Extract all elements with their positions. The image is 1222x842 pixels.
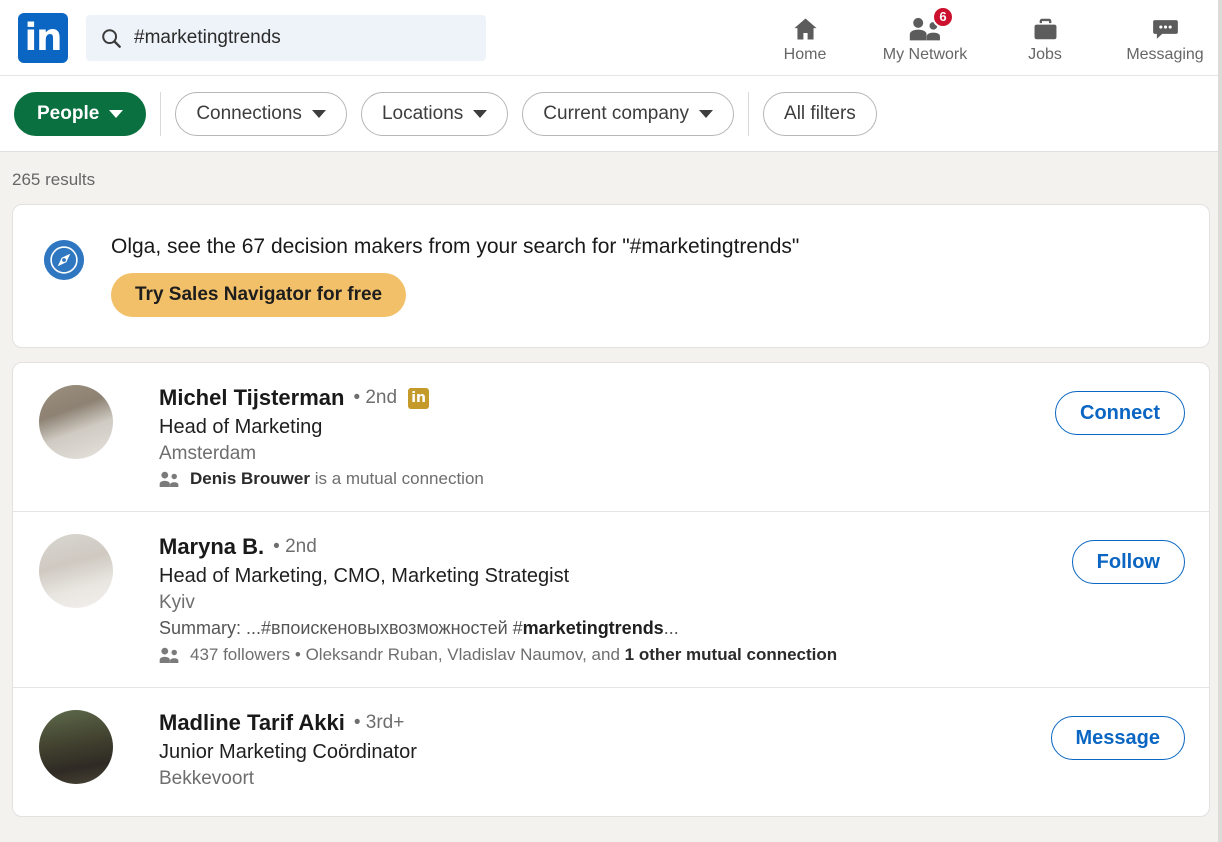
linkedin-logo-icon[interactable]: in: [18, 12, 68, 63]
mutual-connection-name: Denis Brouwer: [190, 469, 310, 488]
filter-connections-button[interactable]: Connections: [175, 91, 347, 136]
search-icon: [102, 28, 121, 48]
chevron-down-icon: [473, 109, 488, 118]
filter-divider: [160, 91, 162, 136]
filter-people-label: People: [37, 102, 100, 124]
result-mutual-connections: Denis Brouwer is a mutual connection: [159, 469, 1035, 489]
results-count: 265 results: [12, 170, 96, 189]
mutual-connection-text: 437 followers • Oleksandr Ruban, Vladisl…: [190, 645, 837, 665]
nav-item-my-network[interactable]: 6 My Network: [865, 0, 985, 76]
search-input[interactable]: [134, 26, 472, 49]
avatar[interactable]: [39, 385, 113, 459]
messaging-icon: [1150, 13, 1181, 43]
mutual-connection-text: Denis Brouwer is a mutual connection: [190, 469, 484, 489]
promo-body: Olga, see the 67 decision makers from yo…: [111, 235, 799, 317]
search-box[interactable]: [86, 14, 486, 61]
avatar[interactable]: [39, 710, 113, 784]
result-row: Madline Tarif Akki • 3rd+ Junior Marketi…: [13, 687, 1209, 816]
result-summary-suffix: ...: [663, 618, 679, 638]
result-degree: • 3rd+: [353, 712, 405, 733]
result-row: Michel Tijsterman • 2nd in Head of Marke…: [13, 363, 1209, 511]
nav-item-messaging-label: Messaging: [1126, 45, 1204, 63]
filter-locations-label: Locations: [381, 102, 464, 124]
nav-item-home[interactable]: Home: [745, 0, 865, 76]
mutual-connection-count: 1 other mutual connection: [624, 645, 838, 664]
result-location: Bekkevoort: [159, 768, 255, 789]
filter-locations-button[interactable]: Locations: [360, 91, 509, 136]
mutual-connection-suffix: is a mutual connection: [309, 469, 484, 488]
filter-current-company-label: Current company: [543, 102, 690, 124]
page-scrollbar[interactable]: [1218, 0, 1222, 842]
result-summary-prefix: Summary: ...#впоискеновыхвозможностей #: [159, 618, 523, 638]
result-name[interactable]: Madline Tarif Akki: [159, 710, 345, 736]
search-results-area: 265 results Olga, see the 67 decision ma…: [0, 152, 1222, 817]
nav-items: Home 6 My Network Jobs Messaging: [745, 0, 1222, 76]
results-list-card: Michel Tijsterman • 2nd in Head of Marke…: [12, 362, 1210, 817]
nav-item-messaging[interactable]: Messaging: [1105, 0, 1222, 76]
result-body: Maryna B. • 2nd Head of Marketing, CMO, …: [159, 534, 1052, 665]
result-headline: Head of Marketing: [159, 416, 323, 438]
sales-navigator-compass-icon: [43, 239, 85, 281]
result-summary: Summary: ...#впоискеновыхвозможностей #m…: [159, 618, 1052, 639]
filter-current-company-button[interactable]: Current company: [522, 91, 735, 136]
follow-button[interactable]: Follow: [1071, 540, 1185, 584]
nav-item-my-network-label: My Network: [882, 45, 968, 63]
result-name-line: Madline Tarif Akki • 3rd+: [159, 710, 1031, 736]
result-row: Maryna B. • 2nd Head of Marketing, CMO, …: [13, 511, 1209, 687]
message-button[interactable]: Message: [1050, 716, 1185, 760]
filter-bar: People Connections Locations Current com…: [0, 76, 1222, 152]
nav-item-jobs[interactable]: Jobs: [985, 0, 1105, 76]
result-degree: • 2nd: [273, 536, 317, 557]
nav-item-jobs-label: Jobs: [1028, 45, 1062, 63]
result-location: Kyiv: [159, 592, 195, 613]
mutual-connection-prefix: 437 followers • Oleksandr Ruban, Vladisl…: [190, 645, 625, 664]
result-degree: • 2nd: [353, 387, 398, 408]
promo-content: Olga, see the 67 decision makers from yo…: [13, 205, 1209, 347]
avatar[interactable]: [39, 534, 113, 608]
result-name[interactable]: Maryna B.: [159, 534, 264, 560]
result-name-line: Michel Tijsterman • 2nd in: [159, 385, 1035, 411]
top-navigation-bar: in Home 6: [0, 0, 1222, 76]
result-mutual-connections: 437 followers • Oleksandr Ruban, Vladisl…: [159, 645, 1052, 665]
result-headline: Junior Marketing Coördinator: [159, 741, 417, 763]
filter-people-button[interactable]: People: [14, 91, 147, 136]
filter-connections-label: Connections: [196, 102, 302, 124]
chevron-down-icon: [699, 109, 714, 118]
filter-divider-2: [748, 91, 750, 136]
premium-badge-icon: in: [408, 387, 430, 409]
chevron-down-icon: [109, 109, 124, 118]
try-sales-navigator-button[interactable]: Try Sales Navigator for free: [111, 273, 407, 317]
promo-title: Olga, see the 67 decision makers from yo…: [111, 235, 800, 258]
nav-item-home-label: Home: [783, 45, 827, 63]
result-name[interactable]: Michel Tijsterman: [159, 385, 344, 411]
mutual-connections-people-icon: [159, 647, 179, 663]
result-body: Michel Tijsterman • 2nd in Head of Marke…: [159, 385, 1035, 489]
result-name-line: Maryna B. • 2nd: [159, 534, 1052, 560]
result-headline: Head of Marketing, CMO, Marketing Strate…: [159, 565, 570, 587]
my-network-icon: 6: [908, 5, 954, 43]
result-summary-highlight: marketingtrends: [522, 618, 664, 638]
home-icon: [790, 13, 821, 43]
jobs-briefcase-icon: [1031, 13, 1060, 43]
sales-navigator-promo-card: Olga, see the 67 decision makers from yo…: [12, 204, 1210, 348]
chevron-down-icon: [311, 109, 326, 118]
my-network-notification-badge: 6: [932, 5, 954, 28]
all-filters-label: All filters: [784, 102, 856, 124]
mutual-connections-people-icon: [159, 471, 179, 487]
result-location: Amsterdam: [159, 443, 257, 464]
all-filters-button[interactable]: All filters: [763, 91, 877, 136]
result-body: Madline Tarif Akki • 3rd+ Junior Marketi…: [159, 710, 1031, 794]
connect-button[interactable]: Connect: [1055, 391, 1185, 435]
